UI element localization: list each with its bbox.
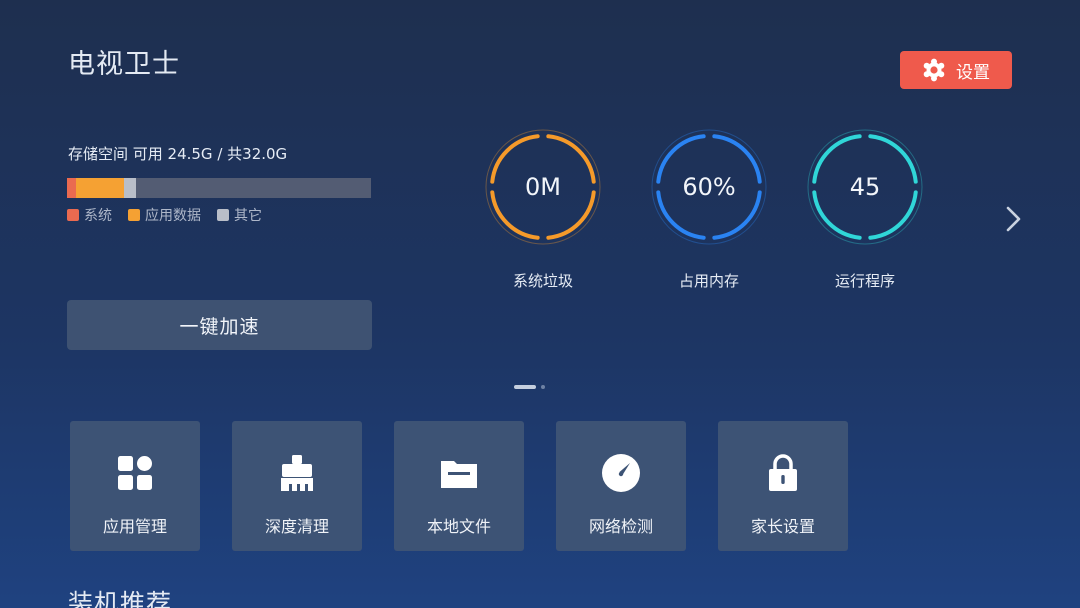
- page-indicator: [514, 385, 545, 389]
- storage-summary: 存储空间 可用 24.5G / 共32.0G: [68, 145, 288, 163]
- apps-grid-icon: [118, 456, 152, 490]
- storage-segment-app_data: [76, 178, 124, 198]
- legend-label: 应用数据: [145, 208, 201, 224]
- boost-label: 一键加速: [179, 315, 260, 338]
- storage-segment-other: [123, 178, 136, 198]
- tool-deep-clean[interactable]: 深度清理: [232, 421, 362, 551]
- lock-icon: [769, 454, 797, 491]
- tool-label: 应用管理: [102, 517, 167, 536]
- legend-item: 其它: [217, 205, 262, 225]
- tools-row: 应用管理 深度清理 本地文件 网络检测 家长设置: [70, 421, 848, 551]
- tool-parental-settings[interactable]: 家长设置: [718, 421, 848, 551]
- processes-label: 运行程序: [834, 272, 895, 290]
- chevron-right-icon[interactable]: [1003, 204, 1025, 234]
- legend-swatch: [67, 209, 79, 221]
- legend-item: 系统: [67, 205, 112, 225]
- tool-label: 家长设置: [750, 517, 815, 536]
- junk-label: 系统垃圾: [512, 272, 573, 290]
- memory-label: 占用内存: [678, 272, 739, 290]
- memory-value: 60%: [682, 173, 736, 201]
- speedometer-icon: [602, 454, 640, 492]
- one-click-boost-button[interactable]: 一键加速: [67, 300, 372, 350]
- processes-gauge[interactable]: 45 运行程序: [806, 128, 924, 290]
- app-title: 电视卫士: [68, 49, 180, 80]
- brush-icon: [281, 455, 313, 491]
- storage-legend: 系统 应用数据 其它: [67, 205, 262, 225]
- folder-icon: [441, 461, 477, 488]
- tool-app-manager[interactable]: 应用管理: [70, 421, 200, 551]
- junk-value: 0M: [525, 173, 561, 201]
- legend-item: 应用数据: [128, 205, 201, 225]
- settings-label: 设置: [956, 62, 990, 83]
- tool-local-files[interactable]: 本地文件: [394, 421, 524, 551]
- page-dot: [541, 385, 545, 389]
- tool-label: 深度清理: [264, 517, 329, 536]
- storage-usage-bar: [67, 178, 371, 198]
- settings-button[interactable]: 设置: [900, 51, 1012, 89]
- memory-gauge[interactable]: 60% 占用内存: [650, 128, 768, 290]
- legend-label: 系统: [84, 208, 112, 224]
- page-dot-active: [514, 385, 536, 389]
- storage-segment-system: [67, 178, 77, 198]
- tool-network-test[interactable]: 网络检测: [556, 421, 686, 551]
- legend-swatch: [128, 209, 140, 221]
- legend-swatch: [217, 209, 229, 221]
- tool-label: 网络检测: [588, 517, 653, 536]
- tool-label: 本地文件: [426, 517, 491, 536]
- processes-value: 45: [849, 173, 881, 201]
- recommend-section-title: 装机推荐: [68, 589, 173, 608]
- gear-icon: [923, 58, 945, 82]
- legend-label: 其它: [234, 208, 262, 224]
- junk-gauge[interactable]: 0M 系统垃圾: [484, 128, 602, 290]
